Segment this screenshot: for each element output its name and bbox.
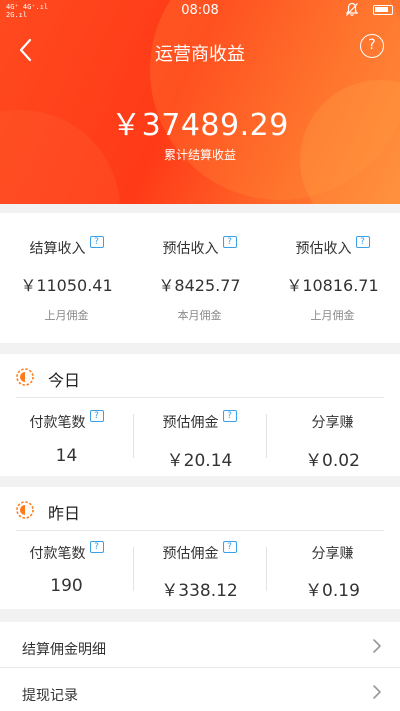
header-banner: 4G⁺ 4G⁺.ıl 2G.ıl 08:08 运营商收益 ? ￥37489.29… [0, 0, 400, 204]
summary-column: 预估收入? [266, 236, 399, 258]
stat-value: 14 [55, 446, 78, 466]
status-bar: 4G⁺ 4G⁺.ıl 2G.ıl 08:08 [0, 0, 400, 22]
help-button[interactable]: ? [360, 34, 384, 58]
summary-label[interactable]: 预估收入? [266, 236, 399, 258]
info-bubble-icon[interactable]: ? [222, 541, 237, 553]
stat-label[interactable]: 付款笔数? [0, 541, 133, 563]
info-bubble-icon[interactable]: ? [222, 236, 237, 248]
half-sun-icon [16, 501, 34, 519]
section-title: 今日 [48, 371, 81, 390]
stat-value: ￥0.19 [305, 581, 360, 601]
status-time: 08:08 [181, 3, 219, 18]
list-item-label: 提现记录 [22, 688, 78, 704]
stat-value: ￥0.02 [305, 451, 360, 471]
stat-label: 分享赚 [311, 415, 354, 431]
today-section: 今日 付款笔数? 14 预估佣金? ￥20.14 分享赚 ￥0.02 [0, 354, 400, 476]
total-earnings-label: 累计结算收益 [163, 148, 236, 162]
chevron-right-icon [373, 685, 381, 699]
summary-sublabel: 上月佣金 [310, 309, 355, 322]
stat-value: ￥338.12 [161, 581, 238, 601]
half-sun-icon [16, 368, 34, 386]
menu-list: 结算佣金明细 提现记录 [0, 622, 400, 711]
stat-value: 190 [50, 576, 83, 596]
divider [16, 397, 384, 398]
earnings-summary-card: 结算收入? ￥11050.41 上月佣金 预估收入? ￥8425.77 本月佣金… [0, 213, 400, 343]
stat-label: 分享赚 [311, 546, 354, 562]
list-item-settlement-details[interactable]: 结算佣金明细 [0, 624, 400, 668]
stat-label[interactable]: 付款笔数? [0, 410, 133, 432]
summary-column: 结算收入? [0, 236, 133, 258]
list-item-withdrawal-records[interactable]: 提现记录 [0, 670, 400, 711]
info-bubble-icon[interactable]: ? [355, 236, 370, 248]
page-title: 运营商收益 [155, 44, 245, 65]
summary-value: ￥11050.41 [20, 276, 113, 295]
stat-label[interactable]: 预估佣金? [133, 541, 266, 563]
nav-bar: 运营商收益 ? [0, 30, 400, 74]
total-earnings-amount: ￥37489.29 [111, 108, 289, 143]
info-bubble-icon[interactable]: ? [89, 236, 104, 248]
summary-label[interactable]: 预估收入? [133, 236, 266, 258]
info-bubble-icon[interactable]: ? [222, 410, 237, 422]
battery-icon [373, 5, 393, 15]
summary-value: ￥8425.77 [158, 276, 241, 295]
stat-value: ￥20.14 [166, 451, 233, 471]
question-bubble-icon: ? [368, 37, 376, 53]
summary-sublabel: 本月佣金 [177, 309, 222, 322]
list-item-label: 结算佣金明细 [22, 642, 106, 658]
summary-label[interactable]: 结算收入? [0, 236, 133, 258]
summary-column: 预估收入? [133, 236, 266, 258]
chevron-right-icon [373, 639, 381, 653]
yesterday-section: 昨日 付款笔数? 190 预估佣金? ￥338.12 分享赚 ￥0.19 [0, 487, 400, 609]
info-bubble-icon[interactable]: ? [89, 541, 104, 553]
info-bubble-icon[interactable]: ? [89, 410, 104, 422]
silent-bell-icon [345, 2, 359, 21]
summary-sublabel: 上月佣金 [44, 309, 89, 322]
stat-label[interactable]: 预估佣金? [133, 410, 266, 432]
divider [16, 530, 384, 531]
divider [0, 667, 400, 668]
summary-value: ￥10816.71 [286, 276, 379, 295]
section-title: 昨日 [48, 504, 81, 523]
